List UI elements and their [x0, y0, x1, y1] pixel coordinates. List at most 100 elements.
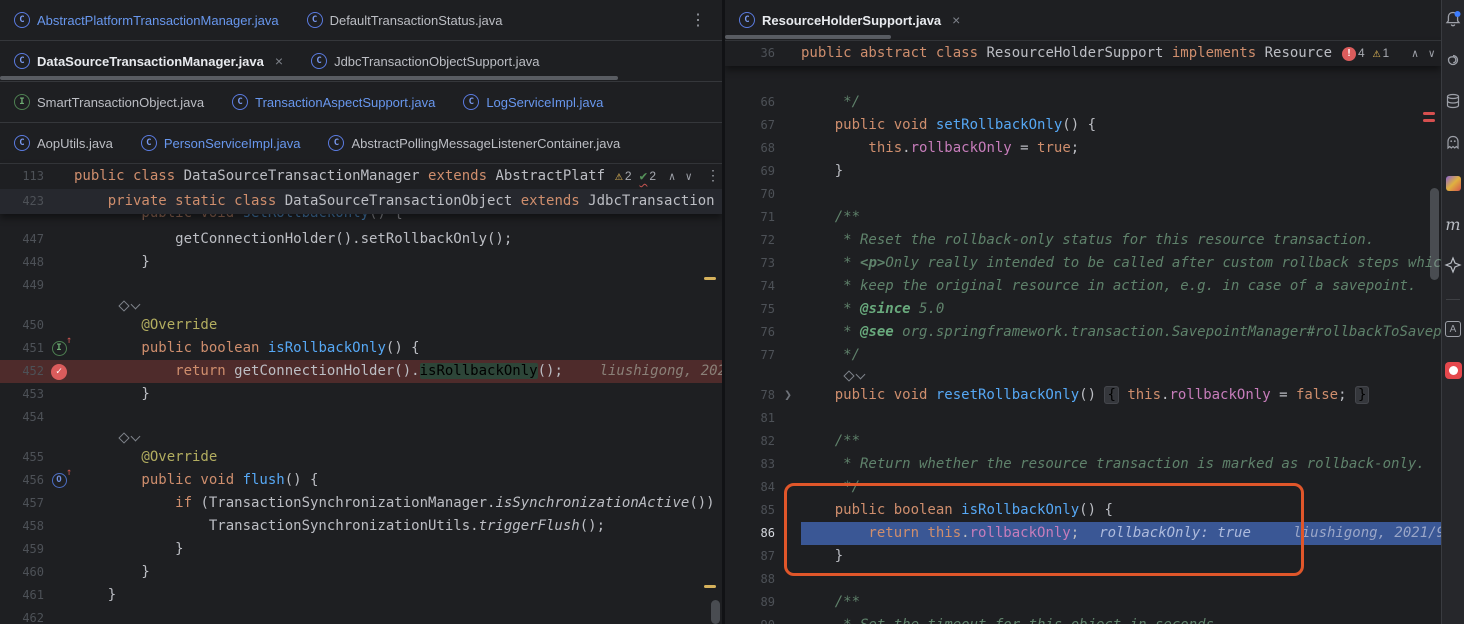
next-occurrence-icon[interactable]: ∨ — [1428, 41, 1435, 66]
code-text: /** — [801, 430, 860, 453]
tab-smarttransactionobject-java[interactable]: ISmartTransactionObject.java — [0, 82, 218, 122]
knot-star-icon[interactable] — [1442, 256, 1464, 274]
tab-label: DefaultTransactionStatus.java — [330, 13, 503, 28]
red-app-icon[interactable] — [1442, 361, 1464, 379]
gutter — [775, 252, 801, 275]
code-text: public void setRollbackOnly() { — [74, 214, 403, 225]
gutter — [775, 206, 801, 229]
ai-inlay-hint[interactable] — [0, 297, 722, 314]
code-text: */ — [801, 344, 860, 367]
gutter — [44, 406, 74, 429]
class-file-icon: C — [14, 12, 30, 28]
ghost-plugin-icon[interactable] — [1442, 133, 1464, 151]
code-line-86: 86 return this.rollbackOnly;rollbackOnly… — [725, 522, 1441, 545]
line-number: 457 — [0, 492, 44, 515]
gutter — [44, 383, 74, 406]
code-text: if (TransactionSynchronizationManager.is… — [74, 492, 715, 515]
gutter — [44, 228, 74, 251]
tab-row-3: ISmartTransactionObject.java C Transaction… — [0, 82, 722, 123]
gutter — [44, 251, 74, 274]
gutter — [775, 591, 801, 614]
code-line-85: 85 public boolean isRollbackOnly() { — [725, 499, 1441, 522]
tab-label: LogServiceImpl.java — [486, 95, 603, 110]
tab-abstractpollingmessagelistenercontainer-java[interactable]: CAbstractPollingMessageListenerContainer… — [314, 123, 634, 163]
close-tab-icon[interactable]: × — [275, 53, 283, 69]
code-line-89: 89 /** — [725, 591, 1441, 614]
gutter — [775, 321, 801, 344]
warning-badge[interactable]: ⚠1 — [1373, 41, 1390, 66]
code-text: * keep the original resource in action, … — [801, 275, 1416, 298]
gutter — [44, 274, 74, 297]
tab-aoputils-java[interactable]: CAopUtils.java — [0, 123, 127, 163]
gutter — [44, 189, 74, 214]
line-number: 460 — [0, 561, 44, 584]
tab-label: TransactionAspectSupport.java — [255, 95, 435, 110]
code-line-458: 458 TransactionSynchronizationUtils.trig… — [0, 515, 722, 538]
tab-resourceholdersupport-java[interactable]: CResourceHolderSupport.java× — [725, 0, 974, 40]
code-line-451: 451I↑ public boolean isRollbackOnly() { — [0, 337, 722, 360]
package-colored-icon[interactable] — [1442, 174, 1464, 192]
line-number: 423 — [0, 189, 44, 214]
prev-occurrence-icon[interactable]: ∧ — [669, 164, 676, 189]
code-line-447: 447 getConnectionHolder().setRollbackOnl… — [0, 228, 722, 251]
analysis-stripe-mark — [1423, 112, 1435, 115]
widget-menu-icon[interactable]: ⋮ — [706, 164, 722, 189]
overrides-method-icon[interactable]: O — [52, 473, 67, 488]
verified-breakpoint-icon[interactable]: ✓ — [51, 364, 67, 380]
vertical-scrollbar[interactable] — [1430, 188, 1439, 280]
tab-datasourcetransactionmanager-java[interactable]: CDataSourceTransactionManager.java× — [0, 41, 297, 81]
gutter — [44, 492, 74, 515]
tab-label: DataSourceTransactionManager.java — [37, 54, 264, 69]
code-text: } — [74, 538, 184, 561]
code-line-82: 82 /** — [725, 430, 1441, 453]
code-line-83: 83 * Return whether the resource transac… — [725, 453, 1441, 476]
inspections-ok-badge[interactable]: ✔2 — [640, 164, 657, 189]
code-line-455: 455 @Override — [0, 446, 722, 469]
class-file-icon: C — [311, 53, 327, 69]
code-text: /** — [801, 206, 860, 229]
tab-overflow-menu-icon[interactable]: ⋮ — [690, 10, 722, 30]
tab-abstractplatformtransactionmanager-java[interactable]: CAbstractPlatformTransactionManager.java — [0, 0, 293, 40]
vertical-scrollbar[interactable] — [711, 600, 720, 624]
error-badge[interactable]: !4 — [1342, 41, 1365, 66]
fold-arrow-icon[interactable]: ❯ — [784, 384, 792, 407]
code-line-84: 84 */ — [725, 476, 1441, 499]
tab-defaulttransactionstatus-java[interactable]: CDefaultTransactionStatus.java — [293, 0, 517, 40]
left-editor-pane: CAbstractPlatformTransactionManager.java… — [0, 0, 722, 624]
code-text: } — [74, 251, 150, 274]
tabs-hscrollbar[interactable] — [725, 35, 891, 39]
line-number: 90 — [725, 614, 775, 624]
gutter — [44, 584, 74, 607]
translate-a-icon[interactable]: A — [1442, 320, 1464, 338]
tab-personserviceimpl-java[interactable]: CPersonServiceImpl.java — [127, 123, 315, 163]
git-blame-annotation: liushigong, 2021/9 — [1293, 522, 1441, 545]
class-file-icon: C — [14, 135, 30, 151]
git-blame-annotation: liushigong, 202 — [600, 360, 722, 383]
code-line-423: 423 private static class DataSourceTrans… — [0, 189, 722, 214]
notifications-bell-icon[interactable] — [1442, 10, 1464, 28]
tab-logserviceimpl-java[interactable]: C LogServiceImpl.java — [449, 82, 617, 122]
ai-spiral-icon[interactable] — [1442, 51, 1464, 69]
close-tab-icon[interactable]: × — [952, 12, 960, 28]
left-sticky-header: 113public class DataSourceTransactionMan… — [0, 164, 722, 214]
prev-occurrence-icon[interactable]: ∧ — [1412, 41, 1419, 66]
code-line-87: 87 } — [725, 545, 1441, 568]
class-file-icon: C — [232, 94, 248, 110]
implements-method-icon[interactable]: I — [52, 341, 67, 356]
database-icon[interactable] — [1442, 92, 1464, 110]
ai-inlay-hint[interactable] — [0, 429, 722, 446]
tab-jdbctransactionobjectsupport-java[interactable]: CJdbcTransactionObjectSupport.java — [297, 41, 553, 81]
tabs-hscrollbar[interactable] — [0, 76, 618, 80]
tab-transactionaspectsupport-java[interactable]: C TransactionAspectSupport.java — [218, 82, 449, 122]
line-number: 72 — [725, 229, 775, 252]
line-number: 450 — [0, 314, 44, 337]
next-occurrence-icon[interactable]: ∨ — [685, 164, 692, 189]
class-file-icon: C — [463, 94, 479, 110]
code-line-72: 72 * Reset the rollback-only status for … — [725, 229, 1441, 252]
line-number: 66 — [725, 91, 775, 114]
ai-sparkle-icon — [118, 432, 129, 443]
code-text: return getConnectionHolder().isRollbackO… — [74, 360, 563, 383]
maven-m-icon[interactable]: m — [1442, 215, 1464, 233]
warning-badge[interactable]: ⚠2 — [615, 164, 632, 189]
ai-inlay-hint[interactable] — [725, 367, 1441, 384]
